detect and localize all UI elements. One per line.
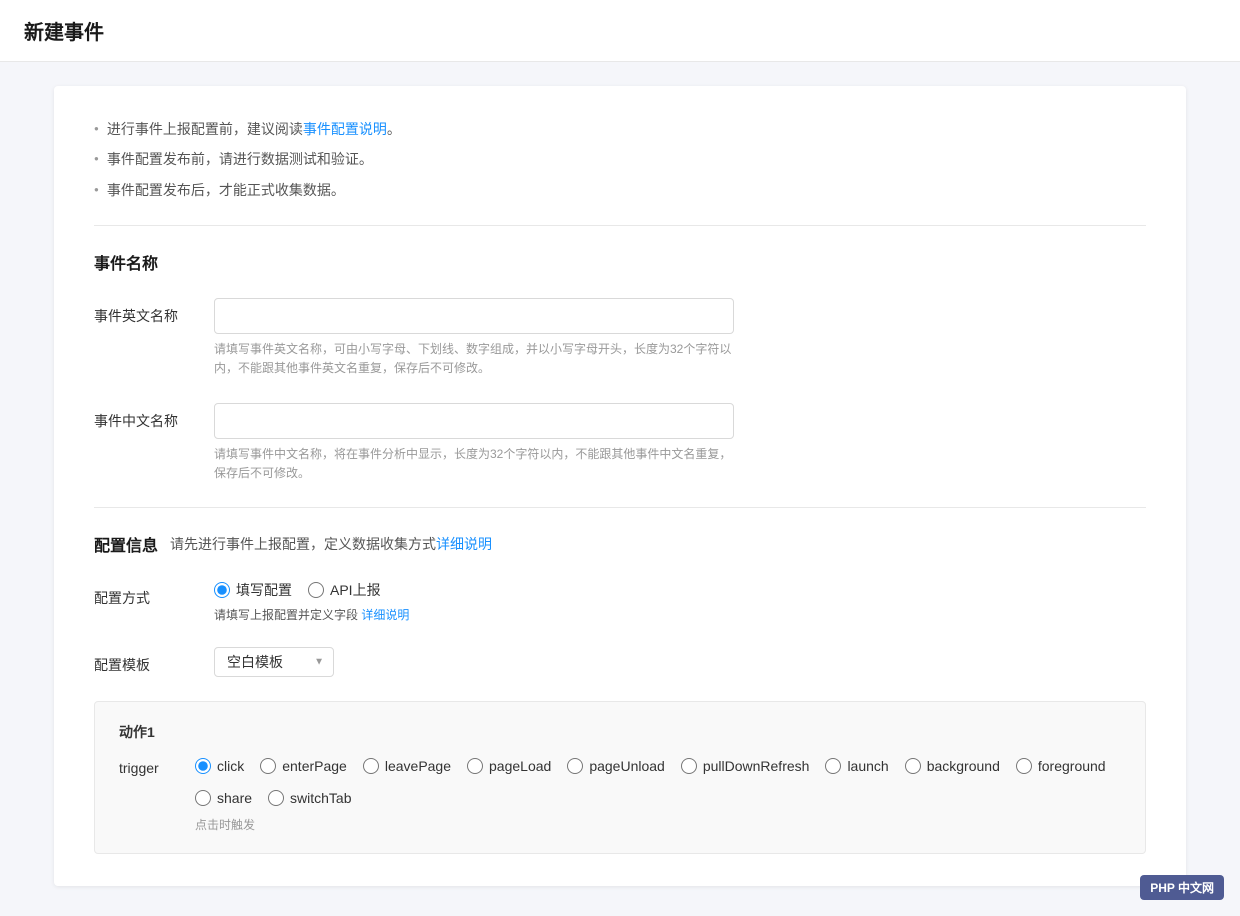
config-header: 配置信息 请先进行事件上报配置，定义数据收集方式详细说明 bbox=[94, 532, 1146, 556]
trigger-share[interactable]: share bbox=[195, 790, 252, 806]
config-method-label: 配置方式 bbox=[94, 580, 214, 608]
config-method-hint: 请填写上报配置并定义字段 详细说明 bbox=[214, 606, 1146, 623]
notice-text-3: 事件配置发布后，才能正式收集数据。 bbox=[107, 179, 345, 201]
trigger-launch[interactable]: launch bbox=[825, 758, 888, 774]
trigger-foreground[interactable]: foreground bbox=[1016, 758, 1106, 774]
config-detail-link[interactable]: 详细说明 bbox=[436, 536, 492, 552]
radio-trigger-background[interactable] bbox=[905, 758, 921, 774]
radio-trigger-share[interactable] bbox=[195, 790, 211, 806]
template-select[interactable]: 空白模板 模板1 模板2 bbox=[214, 647, 334, 677]
trigger-section: trigger click enterPage leavePage bbox=[119, 758, 1121, 806]
divider-1 bbox=[94, 225, 1146, 226]
trigger-switchTab[interactable]: switchTab bbox=[268, 790, 351, 806]
radio-trigger-switchTab[interactable] bbox=[268, 790, 284, 806]
radio-fill-label: 填写配置 bbox=[236, 580, 292, 600]
notice-text-2: 事件配置发布前，请进行数据测试和验证。 bbox=[107, 148, 373, 170]
chinese-name-label: 事件中文名称 bbox=[94, 403, 214, 431]
divider-2 bbox=[94, 507, 1146, 508]
config-method-field: 填写配置 API上报 请填写上报配置并定义字段 详细说明 bbox=[214, 580, 1146, 623]
radio-fill-config[interactable]: 填写配置 bbox=[214, 580, 292, 600]
event-name-section: 事件名称 事件英文名称 请填写事件英文名称，可由小写字母、下划线、数字组成，并以… bbox=[94, 250, 1146, 483]
radio-trigger-leavePage[interactable] bbox=[363, 758, 379, 774]
chinese-name-hint: 请填写事件中文名称，将在事件分析中显示，长度为32个字符以内，不能跟其他事件中文… bbox=[214, 445, 734, 483]
trigger-leavePage[interactable]: leavePage bbox=[363, 758, 451, 774]
chinese-name-input[interactable] bbox=[214, 403, 734, 439]
action-card-title: 动作1 bbox=[119, 722, 1121, 742]
radio-api-report[interactable]: API上报 bbox=[308, 580, 381, 600]
radio-trigger-foreground[interactable] bbox=[1016, 758, 1032, 774]
page-title: 新建事件 bbox=[24, 16, 1216, 45]
trigger-label: trigger bbox=[119, 758, 179, 776]
template-select-wrapper: 空白模板 模板1 模板2 ▼ bbox=[214, 647, 334, 677]
config-template-field: 空白模板 模板1 模板2 ▼ bbox=[214, 647, 1146, 677]
config-title: 配置信息 bbox=[94, 532, 158, 556]
notice-item-3: 事件配置发布后，才能正式收集数据。 bbox=[94, 179, 1146, 201]
config-template-row: 配置模板 空白模板 模板1 模板2 ▼ bbox=[94, 647, 1146, 677]
radio-trigger-click[interactable] bbox=[195, 758, 211, 774]
radio-trigger-launch[interactable] bbox=[825, 758, 841, 774]
config-method-radio-group: 填写配置 API上报 bbox=[214, 580, 1146, 600]
english-name-hint: 请填写事件英文名称，可由小写字母、下划线、数字组成，并以小写字母开头，长度为32… bbox=[214, 340, 734, 378]
trigger-hint: 点击时触发 bbox=[195, 816, 1121, 833]
notice-list: 进行事件上报配置前，建议阅读事件配置说明。 事件配置发布前，请进行数据测试和验证… bbox=[94, 118, 1146, 201]
trigger-click[interactable]: click bbox=[195, 758, 244, 774]
action-card: 动作1 trigger click enterPage leavePage bbox=[94, 701, 1146, 854]
english-name-field: 请填写事件英文名称，可由小写字母、下划线、数字组成，并以小写字母开头，长度为32… bbox=[214, 298, 1146, 378]
page-header: 新建事件 bbox=[0, 0, 1240, 62]
trigger-pageLoad[interactable]: pageLoad bbox=[467, 758, 551, 774]
trigger-pageUnload[interactable]: pageUnload bbox=[567, 758, 665, 774]
english-name-input[interactable] bbox=[214, 298, 734, 334]
radio-trigger-pageLoad[interactable] bbox=[467, 758, 483, 774]
radio-api-input[interactable] bbox=[308, 582, 324, 598]
english-name-label: 事件英文名称 bbox=[94, 298, 214, 326]
notice-item-1: 进行事件上报配置前，建议阅读事件配置说明。 bbox=[94, 118, 1146, 140]
event-name-title: 事件名称 bbox=[94, 250, 1146, 274]
notice-item-2: 事件配置发布前，请进行数据测试和验证。 bbox=[94, 148, 1146, 170]
radio-trigger-pageUnload[interactable] bbox=[567, 758, 583, 774]
radio-trigger-enterPage[interactable] bbox=[260, 758, 276, 774]
trigger-background[interactable]: background bbox=[905, 758, 1000, 774]
trigger-enterPage[interactable]: enterPage bbox=[260, 758, 347, 774]
php-logo[interactable]: PHP 中文网 bbox=[1140, 875, 1224, 900]
config-method-row: 配置方式 填写配置 API上报 请填写上报配置并定义字段 详细说明 bbox=[94, 580, 1146, 623]
config-method-hint-link[interactable]: 详细说明 bbox=[361, 608, 409, 622]
english-name-row: 事件英文名称 请填写事件英文名称，可由小写字母、下划线、数字组成，并以小写字母开… bbox=[94, 298, 1146, 378]
radio-trigger-pullDownRefresh[interactable] bbox=[681, 758, 697, 774]
config-template-label: 配置模板 bbox=[94, 647, 214, 675]
config-section: 配置信息 请先进行事件上报配置，定义数据收集方式详细说明 配置方式 填写配置 bbox=[94, 532, 1146, 677]
trigger-options: click enterPage leavePage pageLoad bbox=[195, 758, 1121, 806]
radio-fill-input[interactable] bbox=[214, 582, 230, 598]
trigger-pullDownRefresh[interactable]: pullDownRefresh bbox=[681, 758, 810, 774]
chinese-name-field: 请填写事件中文名称，将在事件分析中显示，长度为32个字符以内，不能跟其他事件中文… bbox=[214, 403, 1146, 483]
radio-api-label: API上报 bbox=[330, 580, 381, 600]
chinese-name-row: 事件中文名称 请填写事件中文名称，将在事件分析中显示，长度为32个字符以内，不能… bbox=[94, 403, 1146, 483]
event-config-doc-link[interactable]: 事件配置说明 bbox=[303, 121, 387, 137]
config-subtitle: 请先进行事件上报配置，定义数据收集方式详细说明 bbox=[170, 534, 492, 554]
